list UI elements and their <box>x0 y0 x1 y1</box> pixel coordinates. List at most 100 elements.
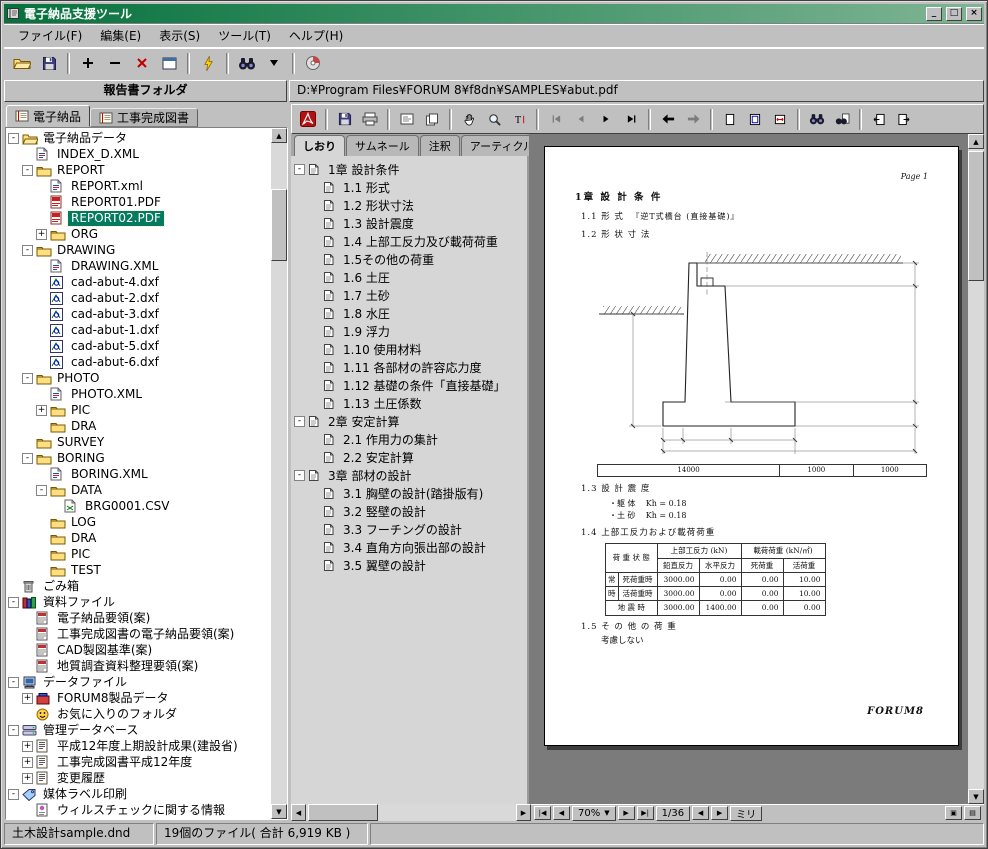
tree-item[interactable]: PIC <box>8 546 271 562</box>
prev-page-button[interactable]: ◀ <box>553 806 570 820</box>
tab-thumbnails[interactable]: サムネール <box>346 135 419 156</box>
print-button[interactable] <box>358 108 382 131</box>
tree-toggle-icon[interactable]: + <box>36 405 47 416</box>
save2-button[interactable] <box>333 108 357 131</box>
bookmark-item[interactable]: 3.1 胸壁の設計(踏掛版有) <box>294 484 526 502</box>
tree-item[interactable]: +FORUM8製品データ <box>8 690 271 706</box>
bookmark-item[interactable]: 1.10 使用材料 <box>294 340 526 358</box>
tree-item[interactable]: +ORG <box>8 226 271 242</box>
page-vscroll[interactable]: ▲ ▼ <box>968 134 984 804</box>
remove-button[interactable] <box>102 51 128 76</box>
scrollbar-thumb[interactable] <box>308 804 378 821</box>
form-button[interactable] <box>395 108 419 131</box>
menu-tools[interactable]: ツール(T) <box>210 25 279 46</box>
unit-indicator[interactable]: ミリ <box>730 806 762 821</box>
bookmark-item[interactable]: -3章 部材の設計 <box>294 466 526 484</box>
title-bar[interactable]: 電子納品支援ツール _ □ × <box>4 4 984 23</box>
acrobat-button[interactable] <box>296 108 320 131</box>
tree-item[interactable]: BORING.XML <box>8 466 271 482</box>
tree-toggle-icon[interactable]: + <box>22 741 33 752</box>
search-button[interactable] <box>830 108 854 131</box>
bookmark-item[interactable]: 1.11 各部材の許容応力度 <box>294 358 526 376</box>
tab-annotations[interactable]: 注釈 <box>420 135 460 156</box>
bookmark-toggle-icon[interactable]: - <box>294 164 305 175</box>
tree-item[interactable]: 電子納品要領(案) <box>8 610 271 626</box>
scroll-down-icon[interactable]: ▼ <box>968 789 984 804</box>
bookmark-toggle-icon[interactable]: - <box>294 416 305 427</box>
close-button[interactable]: × <box>966 7 982 21</box>
bookmark-item[interactable]: 1.5その他の荷重 <box>294 250 526 268</box>
tree-scrollbar[interactable]: ▲ ▼ <box>271 128 287 819</box>
tree-toggle-icon[interactable]: - <box>22 165 33 176</box>
tab-kouji-kansei-tosho[interactable]: 工事完成図書 <box>90 108 198 127</box>
bookmark-item[interactable]: 1.12 基礎の条件「直接基礎」 <box>294 376 526 394</box>
save-button[interactable] <box>36 51 62 76</box>
run-button[interactable] <box>195 51 221 76</box>
page-viewport[interactable]: Page 1 1章 設 計 条 件 1.1 形 式 『逆T式橋台 (直接基礎)』… <box>529 134 968 804</box>
text-select-button[interactable]: T <box>507 108 531 131</box>
tree-item[interactable]: お気に入りのフォルダ <box>8 706 271 722</box>
bookmark-item[interactable]: 1.1 形式 <box>294 178 526 196</box>
bookmark-item[interactable]: 1.9 浮力 <box>294 322 526 340</box>
tree-item[interactable]: cad-abut-3.dxf <box>8 306 271 322</box>
bookmark-item[interactable]: 2.1 作用力の集計 <box>294 430 526 448</box>
media-button[interactable] <box>300 51 326 76</box>
tree-item[interactable]: DRA <box>8 530 271 546</box>
properties-button[interactable] <box>156 51 182 76</box>
find-button[interactable] <box>234 51 260 76</box>
tab-bookmarks[interactable]: しおり <box>294 135 345 156</box>
tree-item[interactable]: SURVEY <box>8 434 271 450</box>
open-folder-button[interactable] <box>9 51 35 76</box>
view-option2-icon[interactable]: ▤ <box>964 806 981 820</box>
scroll-up-icon[interactable]: ▲ <box>968 134 984 149</box>
page-back-button[interactable]: ◀ <box>692 806 709 820</box>
tree-item[interactable]: -REPORT <box>8 162 271 178</box>
tree-item[interactable]: cad-abut-2.dxf <box>8 290 271 306</box>
tree-toggle-icon[interactable]: - <box>22 373 33 384</box>
tree-item[interactable]: LOG <box>8 514 271 530</box>
tab-denshi-nouhin[interactable]: 電子納品 <box>6 105 90 127</box>
view-option-icon[interactable]: ▣ <box>945 806 962 820</box>
maximize-button[interactable]: □ <box>946 7 962 21</box>
next-page-button[interactable]: ▶ <box>618 806 635 820</box>
tree-item[interactable]: REPORT02.PDF <box>8 210 271 226</box>
add-button[interactable] <box>75 51 101 76</box>
scroll-right-icon[interactable]: ▶ <box>516 804 531 821</box>
nav-next-button[interactable] <box>594 108 618 131</box>
nav-last-button[interactable] <box>619 108 643 131</box>
bookmark-item[interactable]: 1.8 水圧 <box>294 304 526 322</box>
tree-toggle-icon[interactable]: - <box>8 133 19 144</box>
scroll-left-icon[interactable]: ◀ <box>291 804 306 821</box>
tree-item[interactable]: -資料ファイル <box>8 594 271 610</box>
tree-item[interactable]: +変更履歴 <box>8 770 271 786</box>
tree-item[interactable]: cad-abut-6.dxf <box>8 354 271 370</box>
tree-item[interactable]: -電子納品データ <box>8 130 271 146</box>
doc-right-button[interactable] <box>892 108 916 131</box>
delete-button[interactable] <box>129 51 155 76</box>
nav-prev-button[interactable] <box>569 108 593 131</box>
bookmark-item[interactable]: 2.2 安定計算 <box>294 448 526 466</box>
tree-toggle-icon[interactable]: + <box>22 773 33 784</box>
bookmark-item[interactable]: 3.5 翼壁の設計 <box>294 556 526 574</box>
tree-item[interactable]: -データファイル <box>8 674 271 690</box>
view-actual-button[interactable] <box>718 108 742 131</box>
bookmark-item[interactable]: 1.7 土砂 <box>294 286 526 304</box>
page-indicator[interactable]: 1/36 <box>656 806 690 821</box>
go-back-button[interactable] <box>656 108 680 131</box>
tree-item[interactable]: REPORT01.PDF <box>8 194 271 210</box>
zoom-select[interactable]: 70%▼ <box>572 806 616 821</box>
bookmark-item[interactable]: 3.3 フーチングの設計 <box>294 520 526 538</box>
tree-item[interactable]: DRAWING.XML <box>8 258 271 274</box>
view-fit-button[interactable] <box>743 108 767 131</box>
bookmark-item[interactable]: 1.6 土圧 <box>294 268 526 286</box>
menu-help[interactable]: ヘルプ(H) <box>281 25 351 46</box>
bookmark-item[interactable]: 1.13 土圧係数 <box>294 394 526 412</box>
scrollbar-thumb[interactable] <box>271 189 287 261</box>
tree-toggle-icon[interactable]: - <box>8 789 19 800</box>
tree-item[interactable]: 工事完成図書の電子納品要領(案) <box>8 626 271 642</box>
tree-toggle-icon[interactable]: - <box>8 725 19 736</box>
tree-item[interactable]: cad-abut-1.dxf <box>8 322 271 338</box>
page-forward-button[interactable]: ▶ <box>711 806 728 820</box>
tree-item[interactable]: CAD製図基準(案) <box>8 642 271 658</box>
bookmark-item[interactable]: 1.2 形状寸法 <box>294 196 526 214</box>
